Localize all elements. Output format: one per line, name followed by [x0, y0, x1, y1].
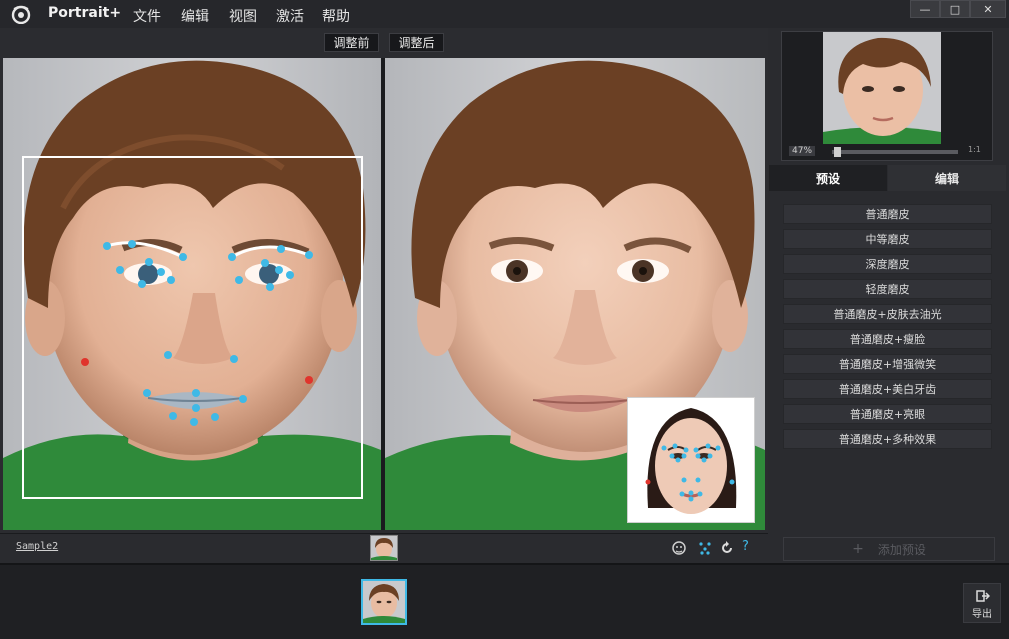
preset-item[interactable]: 普通磨皮+增强微笑 [783, 354, 992, 374]
current-image-thumb[interactable] [370, 535, 398, 561]
maximize-button[interactable]: □ [940, 0, 970, 18]
filmstrip-thumbnail[interactable] [361, 579, 407, 625]
preset-item[interactable]: 普通磨皮+多种效果 [783, 429, 992, 449]
reference-face-inset[interactable] [627, 397, 755, 523]
film-strip [0, 563, 1009, 639]
tab-edit[interactable]: 编辑 [888, 165, 1006, 191]
app-title: Portrait+ [48, 5, 121, 21]
add-preset-label: 添加预设 [878, 541, 926, 558]
face-points-icon[interactable] [697, 540, 713, 556]
close-button[interactable]: ✕ [970, 0, 1006, 18]
preset-item[interactable]: 普通磨皮+皮肤去油光 [783, 304, 992, 324]
minimize-button[interactable]: — [910, 0, 940, 18]
preset-item[interactable]: 普通磨皮+美白牙齿 [783, 379, 992, 399]
menu-help[interactable]: 帮助 [322, 6, 350, 26]
add-preset-button[interactable]: + 添加预设 [783, 537, 995, 561]
rotate-icon[interactable] [719, 540, 735, 556]
export-icon [976, 589, 990, 603]
export-button[interactable]: 导出 [963, 583, 1001, 623]
menu-file[interactable]: 文件 [133, 6, 161, 26]
tab-before[interactable]: 调整前 [324, 33, 379, 52]
menu-activate[interactable]: 激活 [276, 6, 304, 26]
preset-item[interactable]: 深度磨皮 [783, 254, 992, 274]
tab-presets[interactable]: 预设 [769, 165, 887, 191]
preset-item[interactable]: 轻度磨皮 [783, 279, 992, 299]
navigator-thumbnail[interactable] [823, 32, 941, 144]
filename-link[interactable]: Sample2 [16, 541, 58, 552]
tab-after[interactable]: 调整后 [389, 33, 444, 52]
zoom-slider-thumb[interactable] [834, 147, 841, 157]
menu-edit[interactable]: 编辑 [181, 6, 209, 26]
logo-icon [10, 4, 32, 24]
preset-item[interactable]: 普通磨皮+亮眼 [783, 404, 992, 424]
export-label: 导出 [964, 605, 1000, 620]
plus-icon: + [852, 541, 864, 557]
face-reset-icon[interactable] [671, 540, 687, 556]
before-photo[interactable] [3, 58, 381, 530]
menu-view[interactable]: 视图 [229, 6, 257, 26]
zoom-level: 47% [789, 146, 815, 156]
preset-item[interactable]: 普通磨皮+瘦脸 [783, 329, 992, 349]
zoom-ratio-button[interactable]: 1:1 [968, 145, 981, 154]
preset-item[interactable]: 中等磨皮 [783, 229, 992, 249]
zoom-slider-track[interactable] [832, 150, 958, 154]
preset-item[interactable]: 普通磨皮 [783, 204, 992, 224]
help-icon[interactable]: ? [742, 539, 749, 554]
